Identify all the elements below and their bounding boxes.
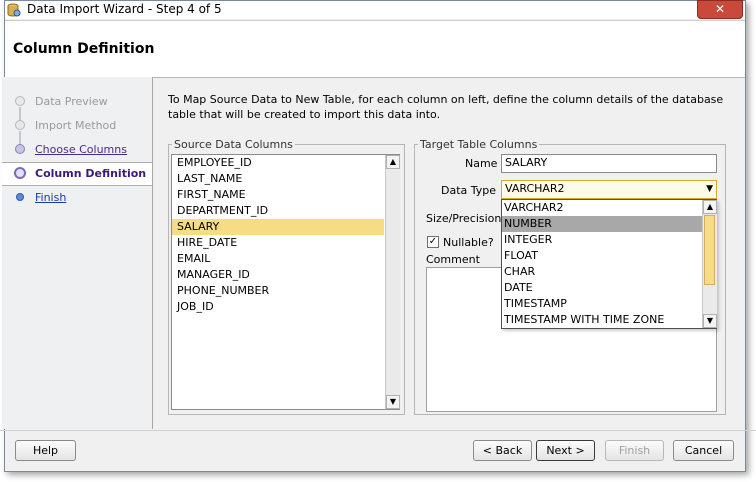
dropdown-option[interactable]: FLOAT bbox=[502, 248, 702, 264]
nullable-checkbox[interactable]: ✓ bbox=[427, 236, 439, 248]
close-button[interactable]: ✕ bbox=[697, 0, 743, 19]
wizard-header: Column Definition bbox=[5, 20, 745, 78]
dropdown-option[interactable]: CHAR bbox=[502, 264, 702, 280]
dropdown-option[interactable]: TIMESTAMP WITH TIME ZONE bbox=[502, 312, 702, 328]
scroll-up-icon[interactable]: ▲ bbox=[703, 200, 717, 214]
steps-panel: Data Preview Import Method Choose Column… bbox=[2, 77, 153, 429]
back-button[interactable]: < Back bbox=[473, 440, 532, 461]
step-bullet-icon bbox=[15, 120, 25, 130]
source-columns-list[interactable]: EMPLOYEE_ID LAST_NAME FIRST_NAME DEPARTM… bbox=[171, 154, 400, 410]
scroll-up-icon[interactable]: ▲ bbox=[386, 155, 400, 169]
list-item[interactable]: MANAGER_ID bbox=[172, 267, 384, 283]
title-bar: Data Import Wizard - Step 4 of 5 ✕ bbox=[5, 0, 745, 19]
source-columns-legend: Source Data Columns bbox=[174, 138, 293, 151]
step-data-preview: Data Preview bbox=[2, 91, 152, 121]
list-item[interactable]: JOB_ID bbox=[172, 299, 384, 315]
step-label[interactable]: Finish bbox=[35, 191, 66, 204]
step-import-method: Import Method bbox=[2, 115, 152, 145]
step-finish[interactable]: Finish bbox=[2, 187, 152, 209]
target-columns-legend: Target Table Columns bbox=[420, 138, 538, 151]
step-label: Import Method bbox=[35, 119, 117, 132]
dropdown-option[interactable]: TIMESTAMP bbox=[502, 296, 702, 312]
dropdown-option-highlighted[interactable]: NUMBER bbox=[502, 216, 702, 232]
list-item[interactable]: EMAIL bbox=[172, 251, 384, 267]
list-item-selected[interactable]: SALARY bbox=[172, 219, 384, 235]
page-title: Column Definition bbox=[13, 41, 155, 57]
step-label: Data Preview bbox=[35, 95, 108, 108]
dropdown-scrollbar[interactable]: ▲ ▼ bbox=[702, 200, 717, 328]
name-label: Name bbox=[465, 157, 498, 170]
name-input[interactable]: SALARY bbox=[501, 154, 717, 173]
finish-button[interactable]: Finish bbox=[605, 440, 664, 461]
datatype-label: Data Type bbox=[441, 184, 497, 197]
instructions-text: To Map Source Data to New Table, for eac… bbox=[168, 93, 724, 121]
database-icon bbox=[7, 3, 21, 17]
window-title: Data Import Wizard - Step 4 of 5 bbox=[27, 2, 222, 16]
list-item[interactable]: FIRST_NAME bbox=[172, 187, 384, 203]
step-choose-columns[interactable]: Choose Columns bbox=[2, 139, 152, 161]
scroll-down-icon[interactable]: ▼ bbox=[386, 395, 400, 409]
comment-label: Comment bbox=[426, 253, 480, 266]
help-button[interactable]: Help bbox=[15, 440, 76, 461]
step-current-icon bbox=[14, 167, 26, 179]
dropdown-option[interactable]: VARCHAR2 bbox=[502, 200, 702, 216]
step-column-definition: Column Definition bbox=[2, 162, 152, 186]
step-bullet-icon bbox=[15, 144, 25, 154]
source-list-scrollbar[interactable]: ▲ ▼ bbox=[385, 155, 400, 409]
dropdown-option[interactable]: INTEGER bbox=[502, 232, 702, 248]
dropdown-option[interactable]: DATE bbox=[502, 280, 702, 296]
step-label: Column Definition bbox=[35, 167, 147, 180]
datatype-value: VARCHAR2 bbox=[505, 182, 565, 195]
list-item[interactable]: DEPARTMENT_ID bbox=[172, 203, 384, 219]
size-precision-label: Size/Precision bbox=[426, 212, 502, 225]
step-bullet-icon bbox=[15, 96, 25, 106]
step-bullet-icon bbox=[16, 193, 24, 201]
next-button[interactable]: Next > bbox=[536, 440, 595, 461]
list-item[interactable]: HIRE_DATE bbox=[172, 235, 384, 251]
list-item[interactable]: EMPLOYEE_ID bbox=[172, 155, 384, 171]
scroll-down-icon[interactable]: ▼ bbox=[703, 314, 717, 328]
nullable-label: Nullable? bbox=[443, 236, 494, 249]
scroll-thumb[interactable] bbox=[704, 215, 715, 285]
list-item[interactable]: PHONE_NUMBER bbox=[172, 283, 384, 299]
list-item[interactable]: LAST_NAME bbox=[172, 171, 384, 187]
chevron-down-icon[interactable]: ▼ bbox=[706, 181, 713, 197]
step-label[interactable]: Choose Columns bbox=[35, 143, 127, 156]
cancel-button[interactable]: Cancel bbox=[673, 440, 734, 461]
datatype-dropdown-list[interactable]: VARCHAR2 NUMBER INTEGER FLOAT CHAR DATE … bbox=[501, 199, 717, 329]
datatype-select[interactable]: VARCHAR2 ▼ bbox=[501, 180, 717, 199]
